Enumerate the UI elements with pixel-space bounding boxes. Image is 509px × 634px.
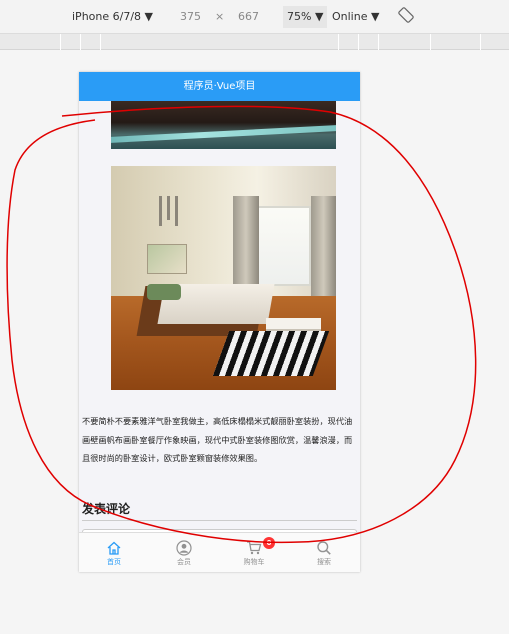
network-throttle-select[interactable]: Online ▼ <box>332 10 379 23</box>
mobile-viewport: 程序员·Vue项目 不要简朴不要素雅洋气卧室我做主，高低床榻榻米式靓丽卧室装扮，… <box>79 72 360 572</box>
device-select[interactable]: iPhone 6/7/8 ▼ <box>72 10 153 23</box>
home-icon <box>107 541 121 555</box>
viewport-height-field[interactable]: 667 <box>238 10 259 23</box>
app-header: 程序员·Vue项目 <box>79 72 360 101</box>
search-icon <box>317 541 331 555</box>
article-image-bedroom <box>111 166 336 390</box>
user-icon <box>176 540 192 556</box>
dimension-separator: × <box>215 10 225 23</box>
comment-divider <box>82 520 357 521</box>
bottom-tabbar: 首页 会员 0 购物车 搜索 <box>79 532 360 572</box>
tab-home-label: 首页 <box>107 558 121 566</box>
devtools-device-toolbar: iPhone 6/7/8 ▼ 375 × 667 75% ▼ Online ▼ <box>0 0 509 34</box>
article-image-top <box>111 101 336 149</box>
article-description: 不要简朴不要素雅洋气卧室我做主，高低床榻榻米式靓丽卧室装扮，现代油画壁画帆布画卧… <box>82 416 353 463</box>
comment-section-title: 发表评论 <box>82 502 131 516</box>
tab-cart-label: 购物车 <box>243 558 265 566</box>
tab-member[interactable]: 会员 <box>149 533 219 572</box>
viewport-width-field[interactable]: 375 <box>180 10 201 23</box>
app-title: 程序员·Vue项目 <box>183 81 256 92</box>
zoom-select[interactable]: 75% ▼ <box>283 6 328 28</box>
tab-home[interactable]: 首页 <box>79 533 149 572</box>
tab-search[interactable]: 搜索 <box>289 533 359 572</box>
cart-icon <box>247 541 262 555</box>
cart-badge: 0 <box>263 537 275 549</box>
rotate-icon[interactable] <box>398 7 414 23</box>
tab-member-label: 会员 <box>177 558 191 566</box>
tab-search-label: 搜索 <box>317 558 331 566</box>
media-query-ruler <box>0 34 509 50</box>
tab-cart[interactable]: 0 购物车 <box>219 533 289 572</box>
